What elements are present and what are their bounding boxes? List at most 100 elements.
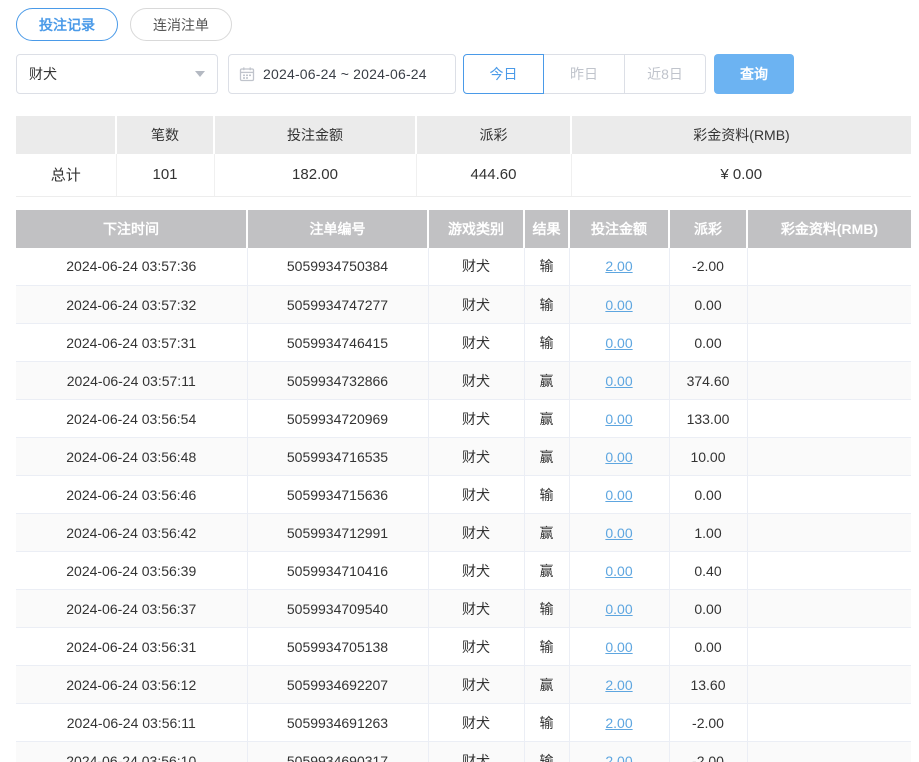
cell-result: 输 [524,248,569,286]
cell-bet-time: 2024-06-24 03:57:36 [16,248,247,286]
game-select-value: 财犬 [29,64,195,84]
table-row: 2024-06-24 03:56:425059934712991财犬赢0.001… [16,514,911,552]
cell-bonus [747,628,911,666]
bet-amount-link[interactable]: 2.00 [605,753,632,762]
cell-payout: 13.60 [669,666,747,704]
cell-payout: 0.00 [669,476,747,514]
search-button[interactable]: 查询 [714,54,794,94]
cell-bet-time: 2024-06-24 03:56:39 [16,552,247,590]
summary-total-label: 总计 [16,154,116,196]
tab-bet-records[interactable]: 投注记录 [16,8,118,41]
cell-bet-amount: 0.00 [569,552,669,590]
cell-order-no: 5059934710416 [247,552,428,590]
cell-bonus [747,438,911,476]
date-range-picker[interactable]: 2024-06-24 ~ 2024-06-24 [228,54,456,94]
cell-game-type: 财犬 [428,628,524,666]
cell-order-no: 5059934732866 [247,362,428,400]
summary-header-bet-amount: 投注金额 [214,116,416,154]
table-row: 2024-06-24 03:56:485059934716535财犬赢0.001… [16,438,911,476]
quick-date-group: 今日 昨日 近8日 [463,54,706,94]
cell-bet-time: 2024-06-24 03:56:11 [16,704,247,742]
cell-order-no: 5059934716535 [247,438,428,476]
summary-table: 笔数 投注金额 派彩 彩金资料(RMB) 总计 101 182.00 444.6… [16,116,911,197]
bet-amount-link[interactable]: 0.00 [605,563,632,579]
cell-payout: 0.00 [669,324,747,362]
chevron-down-icon [195,71,205,77]
cell-result: 赢 [524,362,569,400]
col-header-bet-time: 下注时间 [16,210,247,248]
cell-payout: 0.00 [669,590,747,628]
cell-result: 赢 [524,400,569,438]
bet-amount-link[interactable]: 0.00 [605,487,632,503]
game-select[interactable]: 财犬 [16,54,218,94]
cell-game-type: 财犬 [428,286,524,324]
cell-bet-time: 2024-06-24 03:57:31 [16,324,247,362]
col-header-bet-amount: 投注金额 [569,210,669,248]
quick-btn-today[interactable]: 今日 [463,54,544,94]
cell-bonus [747,476,911,514]
summary-header-count: 笔数 [116,116,214,154]
cell-bet-time: 2024-06-24 03:56:37 [16,590,247,628]
cell-bet-amount: 0.00 [569,400,669,438]
cell-bet-time: 2024-06-24 03:57:32 [16,286,247,324]
summary-header-bonus: 彩金资料(RMB) [571,116,911,154]
summary-total-bet-amount: 182.00 [214,154,416,196]
bet-amount-link[interactable]: 0.00 [605,335,632,351]
cell-bet-amount: 0.00 [569,514,669,552]
bet-amount-link[interactable]: 0.00 [605,525,632,541]
cell-game-type: 财犬 [428,324,524,362]
summary-total-bonus: ¥ 0.00 [571,154,911,196]
bet-amount-link[interactable]: 0.00 [605,297,632,313]
cell-game-type: 财犬 [428,552,524,590]
cell-bet-time: 2024-06-24 03:56:12 [16,666,247,704]
cell-result: 输 [524,324,569,362]
bet-amount-link[interactable]: 0.00 [605,639,632,655]
bet-amount-link[interactable]: 2.00 [605,677,632,693]
cell-result: 输 [524,476,569,514]
table-row: 2024-06-24 03:56:115059934691263财犬输2.00-… [16,704,911,742]
cell-payout: 0.00 [669,628,747,666]
col-header-payout: 派彩 [669,210,747,248]
table-row: 2024-06-24 03:56:105059934690317财犬输2.00-… [16,742,911,762]
cell-game-type: 财犬 [428,248,524,286]
summary-header-row: 笔数 投注金额 派彩 彩金资料(RMB) [16,116,911,154]
col-header-bonus: 彩金资料(RMB) [747,210,911,248]
col-header-order-no: 注单编号 [247,210,428,248]
table-row: 2024-06-24 03:56:545059934720969财犬赢0.001… [16,400,911,438]
cell-order-no: 5059934750384 [247,248,428,286]
cell-result: 输 [524,704,569,742]
cell-game-type: 财犬 [428,590,524,628]
summary-total-count: 101 [116,154,214,196]
cell-result: 赢 [524,514,569,552]
table-row: 2024-06-24 03:57:365059934750384财犬输2.00-… [16,248,911,286]
quick-btn-last8days[interactable]: 近8日 [625,54,706,94]
bet-table: 下注时间 注单编号 游戏类别 结果 投注金额 派彩 彩金资料(RMB) 2024… [16,210,911,762]
cell-game-type: 财犬 [428,400,524,438]
col-header-game-type: 游戏类别 [428,210,524,248]
table-row: 2024-06-24 03:56:395059934710416财犬赢0.000… [16,552,911,590]
cell-bet-amount: 0.00 [569,438,669,476]
bet-amount-link[interactable]: 0.00 [605,411,632,427]
bet-amount-link[interactable]: 0.00 [605,601,632,617]
cell-game-type: 财犬 [428,514,524,552]
bet-amount-link[interactable]: 0.00 [605,373,632,389]
cell-bonus [747,514,911,552]
bet-table-body: 2024-06-24 03:57:365059934750384财犬输2.00-… [16,248,911,762]
cell-order-no: 5059934746415 [247,324,428,362]
tab-cancelled-orders[interactable]: 连消注单 [130,8,232,41]
cell-bonus [747,666,911,704]
summary-total-row: 总计 101 182.00 444.60 ¥ 0.00 [16,154,911,196]
cell-bet-amount: 2.00 [569,666,669,704]
cell-payout: -2.00 [669,704,747,742]
cell-order-no: 5059934690317 [247,742,428,762]
cell-bet-amount: 0.00 [569,590,669,628]
cell-result: 输 [524,628,569,666]
table-row: 2024-06-24 03:56:125059934692207财犬赢2.001… [16,666,911,704]
bet-amount-link[interactable]: 2.00 [605,258,632,274]
bet-amount-link[interactable]: 0.00 [605,449,632,465]
table-row: 2024-06-24 03:57:315059934746415财犬输 0.00 0… [16,324,911,362]
cell-order-no: 5059934715636 [247,476,428,514]
quick-btn-yesterday[interactable]: 昨日 [544,54,625,94]
cell-bonus [747,704,911,742]
bet-amount-link[interactable]: 2.00 [605,715,632,731]
